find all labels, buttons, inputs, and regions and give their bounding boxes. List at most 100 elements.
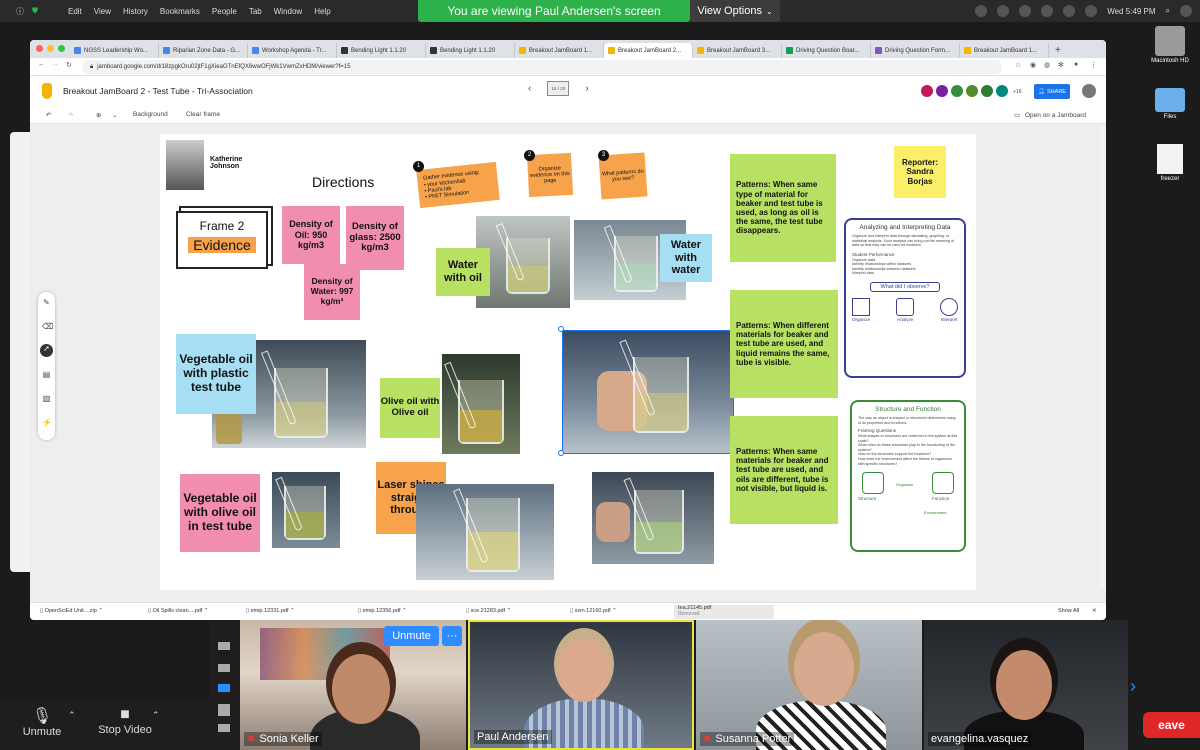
desktop-icon-files[interactable]: Files	[1148, 88, 1192, 120]
browser-tab[interactable]: Breakout JamBoard 1...	[960, 43, 1049, 58]
search-icon[interactable]: ⌕	[1166, 6, 1170, 16]
menu-history[interactable]: History	[123, 7, 148, 16]
redo-icon[interactable]: ↷	[68, 111, 73, 119]
water-with-oil-note[interactable]: Water with oil	[436, 248, 490, 296]
chevron-down-icon[interactable]: ⌄	[112, 111, 117, 119]
browser-tab[interactable]: NGSS Leadership Wo...	[70, 43, 159, 58]
extension-icon[interactable]: ◉	[1030, 61, 1036, 69]
participant-tile-active[interactable]: Paul Andersen	[468, 620, 694, 750]
menu-help[interactable]: Help	[314, 7, 330, 16]
zoom-window-icon[interactable]	[58, 45, 65, 52]
status-icon[interactable]	[975, 5, 988, 17]
previous-frame-icon[interactable]: ‹	[528, 83, 531, 94]
participant-tile[interactable]: ✖ Susanna Potter	[696, 620, 922, 750]
pattern-note-3[interactable]: Patterns: When same materials for beaker…	[730, 416, 838, 524]
info-icon[interactable]: ⓘ	[16, 6, 24, 17]
browser-tab[interactable]: Riparian Zone Data - G...	[159, 43, 248, 58]
density-oil-note[interactable]: Density of Oil: 950 kg/m3	[282, 206, 340, 264]
photo-laser-beaker[interactable]	[416, 484, 554, 580]
shield-icon[interactable]: ⛊	[32, 6, 38, 16]
structure-function-card[interactable]: Structure and Function The way an object…	[850, 400, 966, 552]
download-item[interactable]: ▯ emip.12331.pdf ⌃	[246, 608, 295, 614]
menu-people[interactable]: People	[212, 7, 237, 16]
leave-button[interactable]: eave	[1143, 712, 1200, 738]
avatar[interactable]	[935, 84, 949, 98]
stop-video-control[interactable]: ■ Stop Video	[92, 706, 158, 736]
selection-handle[interactable]	[558, 326, 564, 332]
browser-tab[interactable]: Driving Question Boar...	[782, 43, 871, 58]
reload-icon[interactable]: ↻	[66, 61, 72, 69]
reporter-note[interactable]: Reporter: Sandra Borjas	[894, 146, 946, 198]
profile-icon[interactable]: ●	[1074, 61, 1078, 68]
participant-tile[interactable]: evangelina.vasquez	[924, 620, 1128, 750]
laser-icon[interactable]: ⚡	[42, 418, 52, 427]
back-icon[interactable]: ←	[38, 61, 45, 68]
browser-tab[interactable]: Breakout JamBoard 3...	[693, 43, 782, 58]
katherine-johnson-photo[interactable]	[166, 140, 204, 190]
menu-edit[interactable]: Edit	[68, 7, 82, 16]
jamboard-title[interactable]: Breakout JamBoard 2 - Test Tube - Tri-As…	[63, 86, 253, 96]
browser-tab[interactable]: Bending Light 1.1.20	[337, 43, 426, 58]
extension-icon[interactable]: ✻	[1058, 61, 1064, 69]
avatar[interactable]	[920, 84, 934, 98]
sticky-note-icon[interactable]: ▤	[42, 370, 51, 379]
background-window[interactable]	[10, 132, 30, 572]
pattern-note-1[interactable]: Patterns: When same type of material for…	[730, 154, 836, 262]
photo-hand-tube-green[interactable]	[592, 472, 714, 564]
clear-frame-button[interactable]: Clear frame	[186, 111, 220, 118]
background-button[interactable]: Background	[133, 111, 168, 118]
layout-icon[interactable]	[218, 684, 230, 692]
select-icon[interactable]: ➚	[40, 344, 53, 357]
olive-oil-note[interactable]: Olive oil with Olive oil	[380, 378, 440, 438]
zoom-icon[interactable]: ⊕	[96, 111, 101, 119]
open-on-jamboard-button[interactable]: ▭ Open on a Jamboard	[1014, 111, 1086, 119]
account-avatar[interactable]	[1082, 84, 1096, 98]
siri-icon[interactable]	[1180, 5, 1192, 17]
wifi-icon[interactable]	[1041, 5, 1054, 17]
jamboard-logo-icon[interactable]	[42, 83, 52, 99]
photo-olive-oil-olive-oil[interactable]	[442, 354, 520, 454]
menu-bookmarks[interactable]: Bookmarks	[160, 7, 200, 16]
vegetable-oil-plastic-note[interactable]: Vegetable oil with plastic test tube	[176, 334, 256, 414]
extension-icon[interactable]: ◍	[1044, 61, 1050, 69]
close-window-icon[interactable]	[36, 45, 43, 52]
browser-tab[interactable]: Driving Question Form...	[871, 43, 960, 58]
download-item[interactable]: ▯ emip.12356.pdf ⌃	[358, 608, 407, 614]
browser-tab-active[interactable]: Breakout JamBoard 2...	[604, 43, 693, 58]
avatar[interactable]	[950, 84, 964, 98]
download-item[interactable]: ▯ ssm.12160.pdf ⌃	[570, 608, 617, 614]
photo-hand-beaker-selected[interactable]	[562, 330, 734, 454]
avatar[interactable]	[995, 84, 1009, 98]
browser-tab[interactable]: Workshop Agenda - Tr...	[248, 43, 337, 58]
view-options-button[interactable]: View Options ⌄	[690, 0, 780, 22]
next-frame-icon[interactable]: ›	[585, 83, 588, 94]
chevron-up-icon[interactable]: ⌃	[68, 710, 76, 721]
download-item[interactable]: ▯ Oil Spills clean....pdf ⌃	[148, 608, 209, 614]
share-button[interactable]: 👤︎ SHARE	[1034, 84, 1070, 99]
menu-kebab-icon[interactable]: ⋮	[1090, 61, 1097, 69]
image-icon[interactable]: ▨	[42, 394, 51, 403]
katherine-johnson-label[interactable]: Katherine Johnson	[210, 156, 260, 170]
analyzing-data-card[interactable]: Analyzing and Interpreting Data Organize…	[844, 218, 966, 378]
desktop-icon-freezer[interactable]: freezer	[1148, 144, 1192, 182]
selection-handle[interactable]	[558, 450, 564, 456]
avatar[interactable]	[965, 84, 979, 98]
menu-window[interactable]: Window	[274, 7, 302, 16]
url-input[interactable]: 🔒︎ jamboard.google.com/d/18zpgkOru02jtF1…	[82, 60, 1002, 74]
layout-icon[interactable]	[218, 642, 230, 650]
menu-view[interactable]: View	[94, 7, 111, 16]
unmute-control[interactable]: 🎙︎ Unmute	[20, 706, 64, 738]
more-collaborators-count[interactable]: +16	[1012, 84, 1026, 98]
minimize-window-icon[interactable]	[47, 45, 54, 52]
density-water-note[interactable]: Density of Water: 997 kg/m³	[304, 264, 360, 320]
layout-icon[interactable]	[218, 664, 230, 672]
step-2-note[interactable]: Organize evidence on this page	[526, 152, 574, 198]
desktop-icon-macintosh-hd[interactable]: Macintosh HD	[1148, 26, 1192, 64]
browser-tab[interactable]: Breakout JamBoard 1...	[515, 43, 604, 58]
scrollbar[interactable]	[1100, 126, 1106, 590]
status-icon[interactable]	[1019, 5, 1032, 17]
browser-tab[interactable]: Bending Light 1.1.20	[426, 43, 515, 58]
layout-icon[interactable]	[218, 724, 230, 732]
directions-heading[interactable]: Directions	[312, 174, 374, 190]
new-tab-icon[interactable]: +	[1055, 43, 1061, 58]
